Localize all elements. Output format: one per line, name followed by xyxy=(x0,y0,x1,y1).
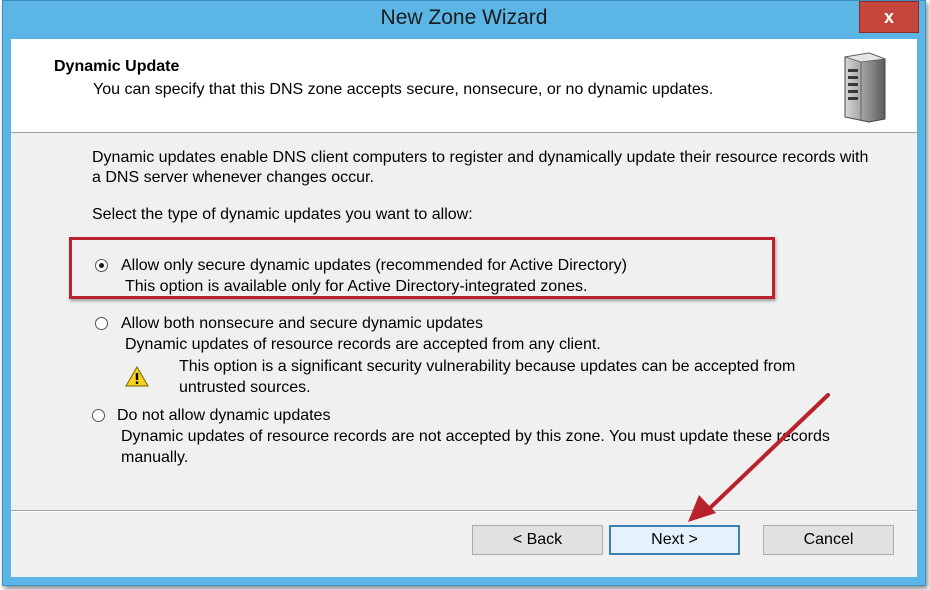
window-title: New Zone Wizard xyxy=(380,6,548,29)
page-title: Dynamic Update xyxy=(54,58,180,75)
wizard-content: Dynamic updates enable DNS client comput… xyxy=(11,133,917,577)
server-icon xyxy=(844,52,886,123)
option-label[interactable]: Allow both nonsecure and secure dynamic … xyxy=(121,313,483,334)
page-subtitle: You can specify that this DNS zone accep… xyxy=(93,81,714,98)
wizard-header: Dynamic Update You can specify that this… xyxy=(11,39,917,133)
cancel-button[interactable]: Cancel xyxy=(763,525,894,555)
option-detail: Dynamic updates of resource records are … xyxy=(121,428,830,466)
option-detail: Dynamic updates of resource records are … xyxy=(125,336,601,353)
option-label[interactable]: Do not allow dynamic updates xyxy=(117,405,330,426)
next-button[interactable]: Next > xyxy=(609,525,740,555)
warning-icon xyxy=(125,366,149,387)
annotation-highlight-box xyxy=(69,237,775,299)
wizard-window: New Zone Wizard x Dynamic Update You can… xyxy=(2,0,926,586)
wizard-client-area: Dynamic Update You can specify that this… xyxy=(11,39,917,577)
back-button[interactable]: < Back xyxy=(472,525,603,555)
close-icon: x xyxy=(883,6,894,27)
title-bar[interactable]: New Zone Wizard x xyxy=(3,1,925,39)
selection-prompt: Select the type of dynamic updates you w… xyxy=(92,206,473,223)
close-button[interactable]: x xyxy=(859,1,919,33)
warning-text: This option is a significant security vu… xyxy=(179,358,796,396)
radio-button-nonsecure-and-secure[interactable] xyxy=(95,317,108,330)
button-separator xyxy=(11,510,917,512)
radio-button-no-updates[interactable] xyxy=(92,409,105,422)
description-text: Dynamic updates enable DNS client comput… xyxy=(92,149,869,186)
